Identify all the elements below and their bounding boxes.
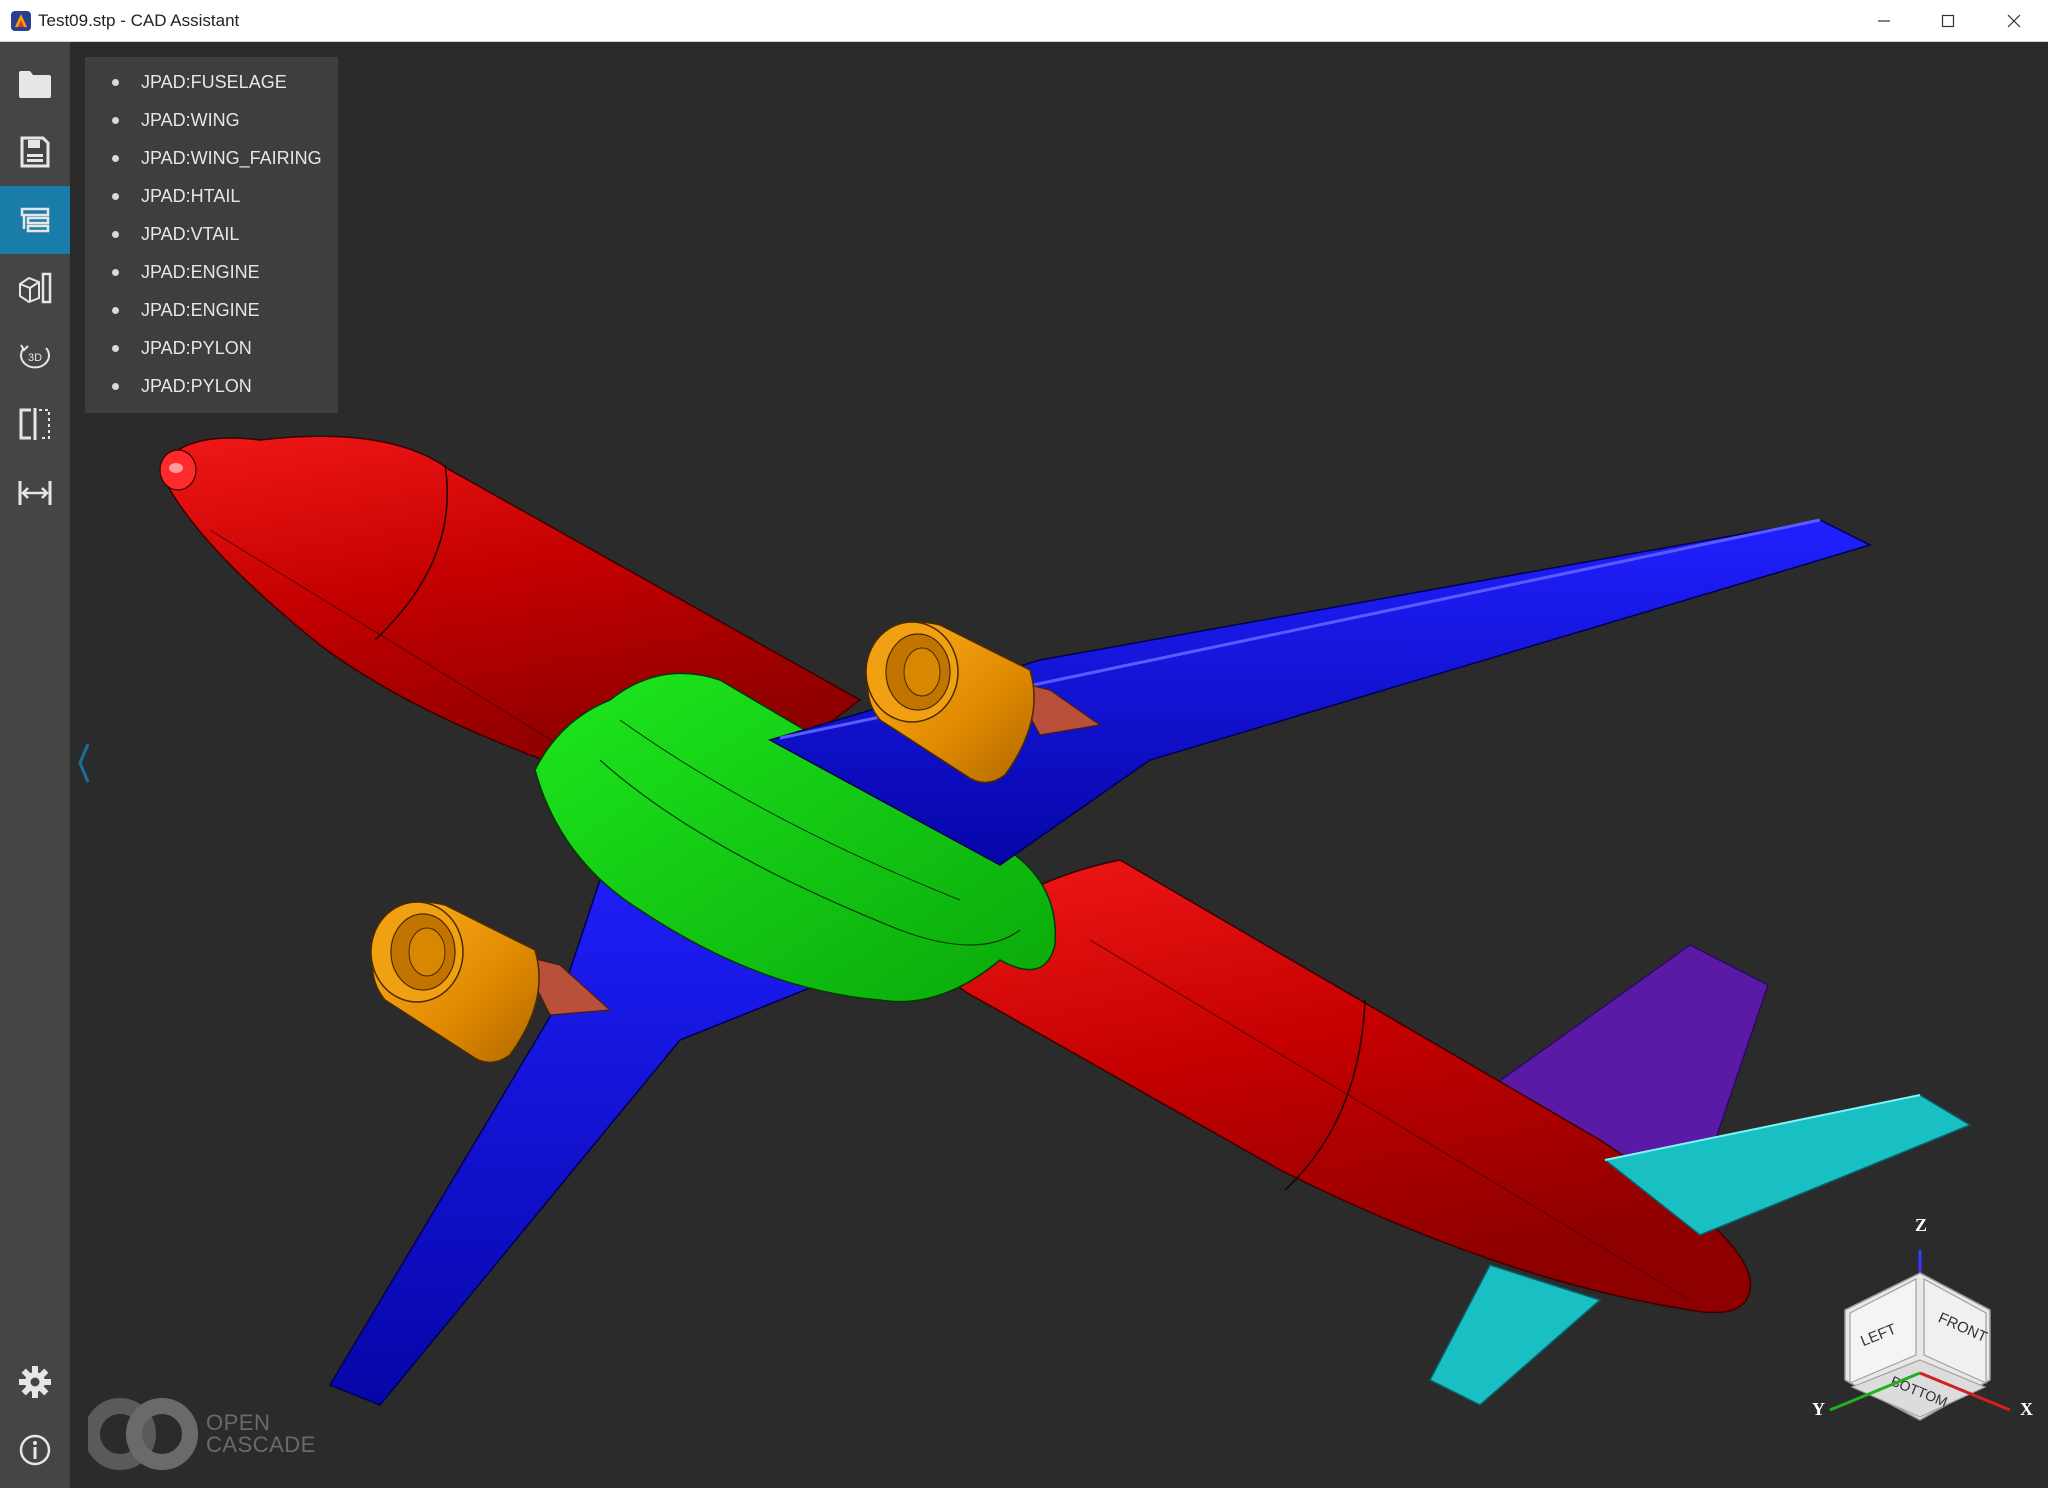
tree-item-label: JPAD:PYLON (141, 376, 252, 396)
tree-item-label: JPAD:WING_FAIRING (141, 148, 322, 168)
save-icon (20, 136, 50, 168)
tree-item-htail[interactable]: JPAD:HTAIL (85, 181, 338, 211)
minimize-icon (1878, 20, 1890, 22)
rotate-3d-icon: 3D (20, 344, 50, 369)
save-button[interactable] (0, 118, 70, 186)
settings-button[interactable] (0, 1348, 70, 1416)
tree-item-label: JPAD:PYLON (141, 338, 252, 358)
tree-item-wing-fairing[interactable]: JPAD:WING_FAIRING (85, 143, 338, 173)
tree-list-icon (20, 207, 50, 233)
bullet (112, 79, 119, 86)
folder-icon (19, 71, 51, 98)
tree-item-pylon[interactable]: JPAD:PYLON (85, 333, 338, 363)
close-icon (2007, 14, 2021, 28)
maximize-button[interactable] (1916, 0, 1980, 42)
watermark-line1: OPEN (206, 1410, 271, 1435)
display-mode-button[interactable] (0, 254, 70, 322)
open-cascade-logo-icon (84, 1398, 198, 1470)
bullet (112, 307, 119, 314)
tree-item-label: JPAD:ENGINE (141, 300, 260, 320)
aircraft-model[interactable] (70, 42, 2048, 1488)
3d-viewport[interactable] (70, 42, 2048, 1488)
clipping-plane-icon (19, 408, 50, 440)
window-title: Test09.stp - CAD Assistant (38, 11, 240, 30)
tree-item-fuselage[interactable]: JPAD:FUSELAGE (85, 67, 338, 97)
title-bar: Test09.stp - CAD Assistant (0, 0, 2048, 42)
open-file-button[interactable] (0, 50, 70, 118)
htail-left (1428, 1264, 1602, 1406)
collapse-panel-icon[interactable] (74, 740, 94, 786)
tree-item-label: JPAD:VTAIL (141, 224, 240, 244)
bullet (112, 269, 119, 276)
bullet (112, 117, 119, 124)
bullet (112, 155, 119, 162)
shading-icon (19, 272, 52, 304)
view-3d-button[interactable]: 3D (0, 322, 70, 390)
axis-z-label: Z (1915, 1215, 1927, 1235)
tree-item-label: JPAD:FUSELAGE (141, 72, 287, 92)
tree-item-engine[interactable]: JPAD:ENGINE (85, 295, 338, 325)
tree-item-pylon[interactable]: JPAD:PYLON (85, 371, 338, 401)
tree-item-label: JPAD:HTAIL (141, 186, 241, 206)
tree-item-wing[interactable]: JPAD:WING (85, 105, 338, 135)
tree-item-engine[interactable]: JPAD:ENGINE (85, 257, 338, 287)
about-button[interactable] (0, 1416, 70, 1484)
bullet (112, 383, 119, 390)
view-cube[interactable]: Z Y X LEFT FRONT BOTTOM (1800, 1215, 2040, 1440)
gear-icon (19, 1366, 51, 1398)
minimize-button[interactable] (1852, 0, 1916, 42)
clipping-button[interactable] (0, 390, 70, 458)
maximize-icon (1941, 14, 1955, 28)
tree-item-vtail[interactable]: JPAD:VTAIL (85, 219, 338, 249)
model-tree-panel: JPAD:FUSELAGE JPAD:WING JPAD:WING_FAIRIN… (85, 57, 338, 413)
axis-x-label: X (2020, 1399, 2033, 1419)
app-icon (11, 11, 31, 31)
measure-icon (18, 481, 52, 505)
bullet (112, 193, 119, 200)
measure-button[interactable] (0, 458, 70, 526)
model-tree-button[interactable] (0, 186, 70, 254)
tree-item-label: JPAD:ENGINE (141, 262, 260, 282)
close-button[interactable] (1982, 0, 2046, 42)
sidebar: 3D (0, 42, 70, 1488)
tree-item-label: JPAD:WING (141, 110, 240, 130)
info-icon (19, 1434, 51, 1466)
bullet (112, 231, 119, 238)
open-cascade-watermark: OPEN CASCADE (84, 1396, 328, 1472)
axis-y-label: Y (1812, 1399, 1825, 1419)
engine-left (370, 901, 540, 1064)
rotate-3d-label: 3D (28, 352, 42, 364)
watermark-line2: CASCADE (206, 1432, 316, 1457)
bullet (112, 345, 119, 352)
